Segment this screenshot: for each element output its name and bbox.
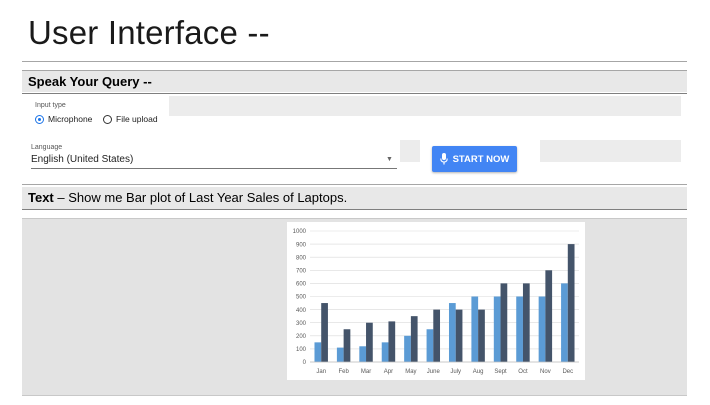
language-select[interactable]: English (United States) — [31, 154, 133, 165]
bar — [471, 296, 479, 362]
y-tick-label: 400 — [296, 308, 307, 314]
bar — [388, 321, 396, 362]
x-tick-label: Apr — [384, 369, 393, 375]
bar — [522, 283, 530, 362]
bar — [478, 309, 485, 362]
bar — [410, 316, 418, 362]
y-tick-label: 300 — [296, 321, 307, 327]
text-bottom-divider — [22, 209, 687, 210]
start-now-button[interactable]: START NOW — [432, 146, 517, 172]
bar — [426, 329, 434, 362]
page-title: User Interface -- — [28, 14, 270, 51]
y-tick-label: 200 — [296, 334, 307, 340]
x-tick-label: Nov — [540, 369, 551, 375]
bar — [433, 309, 441, 362]
input-type-strip — [169, 96, 681, 116]
bar — [538, 296, 546, 362]
y-tick-label: 800 — [296, 255, 307, 261]
bar — [404, 335, 411, 362]
bar — [500, 283, 508, 362]
y-tick-label: 700 — [296, 269, 307, 275]
bar — [336, 347, 344, 362]
x-tick-label: Feb — [338, 369, 349, 375]
file-upload-radio[interactable] — [103, 115, 112, 124]
text-query-prefix: Text — [28, 190, 54, 205]
button-right-strip — [540, 140, 681, 162]
start-now-label: START NOW — [452, 153, 510, 165]
bar — [314, 342, 322, 362]
x-tick-label: Dec — [562, 369, 573, 375]
bar — [516, 296, 523, 362]
bar — [561, 283, 568, 362]
text-top-divider — [22, 184, 687, 185]
x-tick-label: Aug — [473, 369, 484, 375]
language-gap-strip — [400, 140, 420, 162]
text-query-separator: – — [53, 190, 69, 205]
x-tick-label: June — [427, 369, 441, 375]
text-query-bar: Text – Show me Bar plot of Last Year Sal… — [22, 187, 687, 209]
y-tick-label: 600 — [296, 282, 307, 288]
x-tick-label: Jan — [316, 369, 326, 375]
bar — [366, 322, 373, 362]
microphone-radio[interactable] — [35, 115, 44, 124]
x-tick-label: Sept — [494, 369, 507, 375]
bar — [455, 309, 463, 362]
chart-panel: 0 100 200 300 400 500 600 700 800 900 1000 Jan Feb Ma… — [287, 222, 585, 380]
bar — [493, 296, 501, 362]
y-tick-label: 900 — [296, 242, 307, 248]
y-tick-label: 100 — [296, 347, 307, 353]
x-tick-label: May — [405, 369, 416, 375]
microphone-icon — [439, 153, 448, 165]
sales-bar-chart: 0 100 200 300 400 500 600 700 800 900 1000 Jan Feb Ma… — [293, 229, 579, 375]
file-upload-radio-label[interactable]: File upload — [116, 114, 158, 124]
text-query-content: Show me Bar plot of Last Year Sales of L… — [68, 190, 348, 205]
title-divider — [22, 61, 687, 62]
y-tick-label: 1000 — [293, 229, 307, 235]
bar — [448, 303, 456, 362]
language-select-underline — [31, 168, 397, 169]
bar — [567, 244, 575, 362]
input-type-label: Input type — [35, 102, 66, 109]
x-tick-label: Mar — [361, 369, 371, 375]
bar — [343, 329, 351, 362]
bar — [381, 342, 389, 362]
y-tick-label: 0 — [303, 360, 307, 366]
query-bottom-divider — [22, 93, 687, 94]
x-tick-label: Oct — [518, 369, 528, 375]
query-section-header: Speak Your Query -- — [22, 71, 687, 92]
bar — [359, 346, 367, 362]
language-label: Language — [31, 144, 63, 151]
y-tick-label: 500 — [296, 295, 307, 301]
chevron-down-icon[interactable]: ▼ — [386, 156, 393, 163]
microphone-radio-label[interactable]: Microphone — [48, 114, 92, 124]
x-tick-label: July — [450, 369, 461, 375]
bar — [545, 270, 553, 362]
bar — [321, 303, 328, 362]
